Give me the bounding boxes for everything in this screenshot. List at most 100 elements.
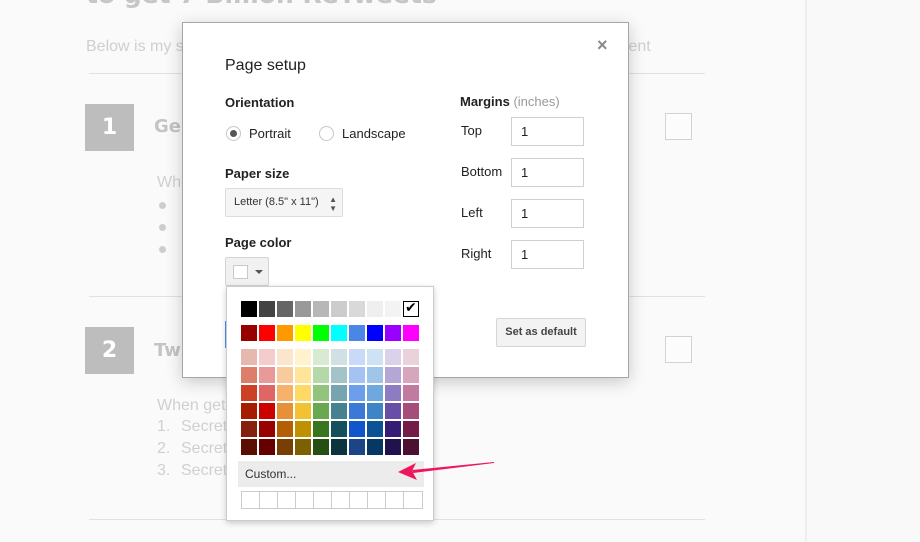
custom-color-slot[interactable] [368,492,386,508]
color-swatch[interactable] [295,421,311,437]
color-swatch[interactable] [277,349,293,365]
color-swatch[interactable] [277,325,293,341]
color-swatch[interactable] [241,421,257,437]
custom-color-slot[interactable] [296,492,314,508]
color-swatch[interactable] [313,403,329,419]
margin-top-input[interactable] [511,117,584,146]
color-swatch[interactable] [277,439,293,455]
color-swatch[interactable] [259,367,275,383]
color-swatch[interactable] [331,439,347,455]
color-swatch[interactable] [367,349,383,365]
color-swatch[interactable] [313,385,329,401]
color-swatch[interactable] [349,349,365,365]
color-swatch[interactable] [259,385,275,401]
color-swatch[interactable] [367,385,383,401]
color-swatch[interactable] [313,367,329,383]
color-swatch[interactable] [313,439,329,455]
custom-color-slot[interactable] [350,492,368,508]
custom-color-slot[interactable] [278,492,296,508]
paper-size-select[interactable]: Letter (8.5" x 11") ▲ ▼ [225,188,343,217]
color-swatch[interactable] [349,421,365,437]
color-swatch[interactable] [295,367,311,383]
step-checkbox[interactable] [665,113,692,140]
color-swatch[interactable] [385,439,401,455]
custom-color-slot[interactable] [386,492,404,508]
color-swatch[interactable] [385,421,401,437]
color-swatch[interactable] [403,325,419,341]
color-swatch[interactable] [349,403,365,419]
color-swatch[interactable] [403,300,419,317]
color-swatch[interactable] [241,349,257,365]
color-swatch[interactable] [331,403,347,419]
color-swatch[interactable] [313,421,329,437]
color-swatch[interactable] [241,301,257,317]
color-swatch[interactable] [277,367,293,383]
set-as-default-button[interactable]: Set as default [496,318,586,347]
color-swatch[interactable] [277,301,293,317]
color-swatch[interactable] [385,403,401,419]
color-swatch[interactable] [349,301,365,317]
color-swatch[interactable] [349,385,365,401]
landscape-radio[interactable]: Landscape [319,126,406,141]
portrait-radio[interactable]: Portrait [226,126,291,141]
color-swatch[interactable] [259,421,275,437]
color-swatch[interactable] [259,403,275,419]
color-swatch[interactable] [385,385,401,401]
color-swatch[interactable] [241,325,257,341]
color-swatch[interactable] [403,367,419,383]
color-swatch[interactable] [295,349,311,365]
color-swatch[interactable] [367,439,383,455]
color-swatch[interactable] [295,403,311,419]
color-swatch[interactable] [403,439,419,455]
color-swatch[interactable] [331,301,347,317]
color-swatch[interactable] [331,385,347,401]
custom-color-slot[interactable] [404,492,422,508]
custom-color-slot[interactable] [314,492,332,508]
color-swatch[interactable] [403,349,419,365]
color-swatch[interactable] [259,349,275,365]
color-swatch[interactable] [367,301,383,317]
color-swatch[interactable] [349,325,365,341]
color-swatch[interactable] [295,439,311,455]
color-swatch[interactable] [277,421,293,437]
custom-color-slot[interactable] [242,492,260,508]
color-swatch[interactable] [367,325,383,341]
margin-right-input[interactable] [511,240,584,269]
color-swatch[interactable] [295,325,311,341]
color-swatch[interactable] [241,385,257,401]
color-swatch[interactable] [241,367,257,383]
color-swatch[interactable] [385,325,401,341]
color-swatch[interactable] [277,385,293,401]
color-swatch[interactable] [385,301,401,317]
custom-color-slot[interactable] [332,492,350,508]
color-swatch[interactable] [403,385,419,401]
close-icon[interactable]: × [597,36,608,54]
color-swatch[interactable] [385,349,401,365]
color-swatch[interactable] [349,367,365,383]
custom-color-item[interactable]: Custom... [238,461,424,487]
color-swatch[interactable] [277,403,293,419]
color-swatch[interactable] [313,349,329,365]
custom-color-slot[interactable] [260,492,278,508]
color-swatch[interactable] [313,325,329,341]
color-swatch[interactable] [403,421,419,437]
color-swatch[interactable] [403,403,419,419]
step-checkbox[interactable] [665,336,692,363]
margin-left-input[interactable] [511,199,584,228]
color-swatch[interactable] [241,439,257,455]
color-swatch[interactable] [349,439,365,455]
color-swatch[interactable] [331,325,347,341]
color-swatch[interactable] [259,439,275,455]
color-swatch[interactable] [367,367,383,383]
color-swatch[interactable] [385,367,401,383]
color-swatch[interactable] [259,301,275,317]
color-swatch[interactable] [331,349,347,365]
color-swatch[interactable] [295,385,311,401]
color-swatch[interactable] [367,421,383,437]
margin-bottom-input[interactable] [511,158,584,187]
color-swatch[interactable] [295,301,311,317]
color-swatch[interactable] [331,421,347,437]
color-swatch[interactable] [331,367,347,383]
color-swatch[interactable] [367,403,383,419]
color-swatch[interactable] [241,403,257,419]
